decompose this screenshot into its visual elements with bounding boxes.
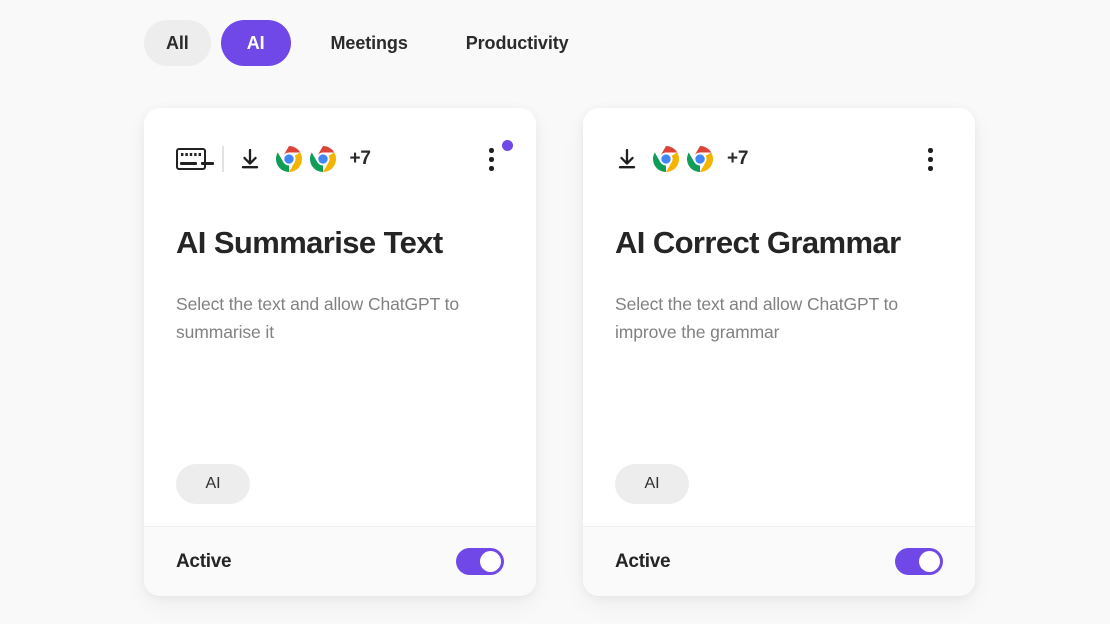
category-tag[interactable]: AI: [615, 464, 689, 504]
category-tag[interactable]: AI: [176, 464, 250, 504]
status-label: Active: [615, 550, 671, 572]
active-toggle[interactable]: [456, 548, 504, 575]
active-toggle[interactable]: [895, 548, 943, 575]
status-label: Active: [176, 550, 232, 572]
extensions-gallery-page: All AI Meetings Productivity +7 AI Summa…: [0, 0, 1110, 624]
toggle-knob: [919, 551, 940, 572]
kebab-menu-icon[interactable]: [917, 146, 943, 172]
download-icon[interactable]: [238, 147, 262, 171]
keyboard-icon: [176, 148, 206, 170]
header-divider: [222, 146, 224, 172]
card-tag-row: AI: [176, 464, 504, 504]
chrome-icon[interactable]: [275, 146, 302, 172]
chrome-icon[interactable]: [309, 146, 336, 172]
card-footer: Active: [583, 526, 975, 596]
chrome-icon[interactable]: [653, 146, 679, 172]
filter-chip-all[interactable]: All: [144, 20, 211, 66]
extension-card[interactable]: +7 AI Correct Grammar Select the text an…: [583, 108, 975, 596]
notification-badge: [502, 140, 513, 151]
card-tag-row: AI: [615, 464, 943, 504]
card-description: Select the text and allow ChatGPT to imp…: [615, 293, 899, 342]
filter-chip-meetings[interactable]: Meetings: [309, 20, 430, 66]
download-icon[interactable]: [615, 147, 639, 171]
card-header-icons: +7: [176, 140, 513, 176]
extension-card[interactable]: +7 AI Summarise Text Select the text and…: [144, 108, 536, 596]
more-integrations-count[interactable]: +7: [350, 148, 371, 170]
filter-chip-productivity[interactable]: Productivity: [444, 20, 591, 66]
card-body: +7 AI Correct Grammar Select the text an…: [583, 108, 975, 526]
category-filter-bar: All AI Meetings Productivity: [144, 20, 605, 66]
card-header-icons: +7: [615, 142, 943, 176]
toggle-knob: [480, 551, 501, 572]
card-body: +7 AI Summarise Text Select the text and…: [144, 108, 536, 526]
more-integrations-count[interactable]: +7: [727, 148, 748, 170]
card-description: Select the text and allow ChatGPT to sum…: [176, 293, 460, 342]
filter-chip-ai[interactable]: AI: [220, 20, 291, 66]
card-footer: Active: [144, 526, 536, 596]
card-title: AI Correct Grammar: [615, 225, 901, 260]
card-title: AI Summarise Text: [176, 225, 443, 260]
chrome-icon[interactable]: [687, 146, 713, 172]
kebab-menu-icon[interactable]: [478, 140, 513, 172]
